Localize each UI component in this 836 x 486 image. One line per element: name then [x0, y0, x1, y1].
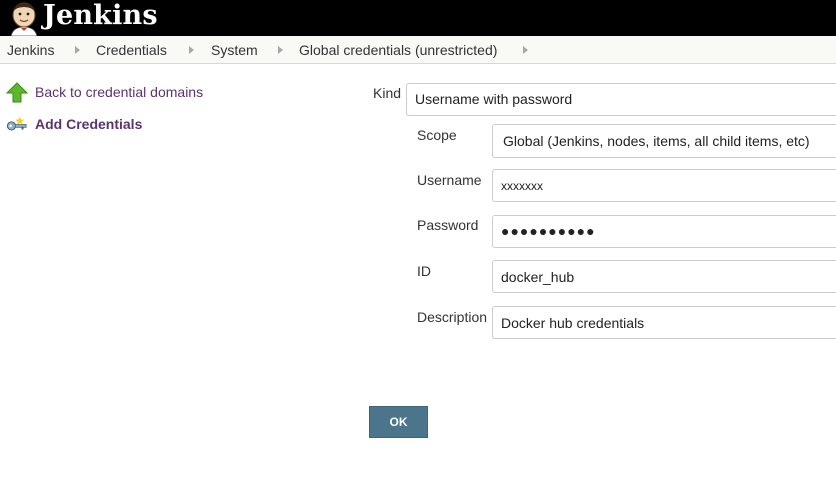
top-header: Jenkins — [0, 0, 836, 36]
breadcrumb-system[interactable]: System — [211, 36, 258, 64]
breadcrumb-global-credentials[interactable]: Global credentials (unrestricted) — [299, 36, 497, 64]
breadcrumb-jenkins[interactable]: Jenkins — [7, 36, 54, 64]
password-label: Password — [417, 217, 479, 233]
breadcrumb: Jenkins Credentials System Global creden… — [0, 36, 836, 64]
scope-label: Scope — [417, 127, 457, 143]
password-input[interactable]: ●●●●●●●●●● — [492, 215, 836, 248]
username-label: Username — [417, 172, 482, 188]
breadcrumb-chevron-icon[interactable] — [278, 46, 283, 54]
scope-select[interactable]: Global (Jenkins, nodes, items, all child… — [492, 124, 836, 158]
add-credentials-link[interactable]: Add Credentials — [35, 114, 142, 134]
id-input[interactable] — [492, 260, 836, 293]
username-input[interactable] — [492, 169, 836, 202]
ok-button[interactable]: OK — [369, 406, 428, 438]
description-label: Description — [417, 309, 488, 325]
jenkins-logo-text[interactable]: Jenkins — [43, 0, 158, 36]
id-label: ID — [417, 263, 431, 279]
breadcrumb-chevron-icon[interactable] — [523, 46, 528, 54]
description-input[interactable] — [492, 306, 836, 339]
breadcrumb-chevron-icon[interactable] — [189, 46, 194, 54]
up-arrow-icon — [6, 82, 28, 103]
jenkins-butler-icon[interactable] — [6, 0, 42, 36]
back-to-credential-domains-link[interactable]: Back to credential domains — [35, 82, 203, 102]
breadcrumb-credentials[interactable]: Credentials — [96, 36, 167, 64]
breadcrumb-chevron-icon[interactable] — [75, 46, 80, 54]
kind-select[interactable]: Username with password — [406, 83, 836, 116]
kind-label: Kind — [373, 85, 402, 101]
key-icon — [6, 116, 27, 131]
